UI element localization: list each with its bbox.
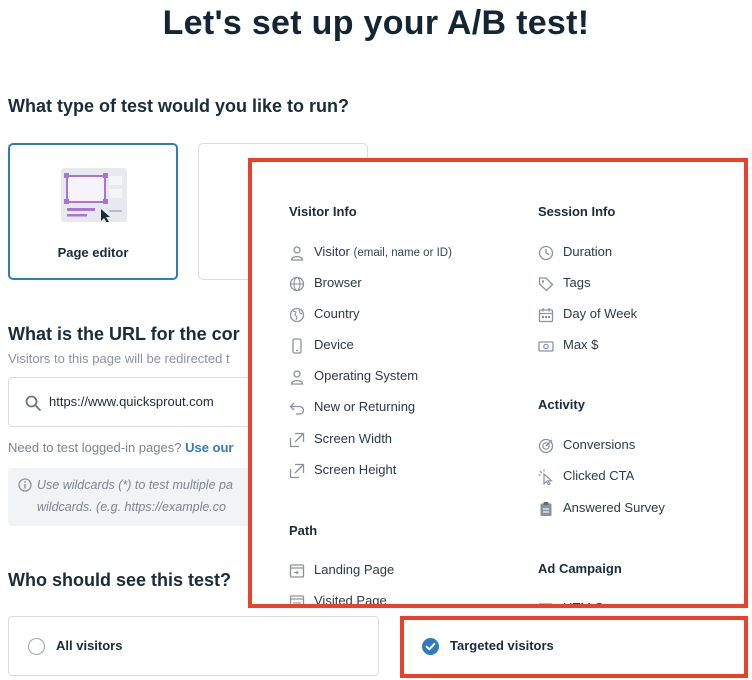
page-icon — [289, 595, 305, 604]
targeted-visitors-highlight — [400, 616, 748, 678]
menu-item-clicked-cta-label: Clicked CTA — [563, 468, 635, 483]
ad-campaign-title: Ad Campaign — [538, 561, 622, 576]
search-icon — [24, 394, 42, 412]
page-editor-illustration-icon — [61, 168, 127, 223]
url-input[interactable]: https://www.quicksprout.com — [8, 377, 268, 427]
wildcard-info-box: Use wildcards (*) to test multiple pa wi… — [8, 468, 258, 526]
menu-item-visitor-detail: (email, name or ID) — [353, 247, 452, 259]
url-heading: What is the URL for the cor — [8, 324, 240, 344]
person-icon — [290, 370, 304, 385]
menu-item-duration-label: Duration — [563, 244, 613, 259]
calendar-icon — [538, 308, 554, 323]
session-info-title: Session Info — [538, 204, 616, 219]
info-line-2: wildcards. (e.g. https://example.co — [37, 500, 226, 514]
person-icon — [290, 246, 304, 261]
money-icon — [538, 341, 554, 352]
info-icon — [18, 478, 32, 492]
phone-icon — [292, 338, 302, 354]
clock-icon — [538, 245, 554, 261]
page-title: Let's set up your A/B test! — [162, 4, 590, 42]
clipboard-icon — [540, 502, 552, 516]
menu-item-landing-page-label: Landing Page — [314, 562, 395, 577]
menu-item-country-label: Country — [314, 306, 360, 321]
menu-item-browser-label: Browser — [314, 275, 362, 290]
info-line-1: Use wildcards (*) to test multiple pa — [37, 478, 233, 492]
menu-item-utm-source-label: UTM Source — [563, 600, 636, 608]
globe-icon — [289, 276, 305, 292]
test-type-heading: What type of test would you like to run? — [8, 96, 349, 116]
flag-icon — [539, 603, 553, 604]
menu-item-device-label: Device — [314, 337, 354, 352]
path-title: Path — [289, 523, 318, 538]
visitor-info-title: Visitor Info — [289, 204, 357, 219]
menu-item-operating-system-label: Operating System — [314, 368, 419, 383]
menu-item-visitor-label: Visitor — [314, 244, 350, 259]
activity-title: Activity — [538, 397, 585, 412]
logged-in-link[interactable]: Use our — [185, 440, 233, 455]
expand-icon — [289, 463, 305, 479]
page-in-icon — [289, 564, 305, 578]
menu-item-max-dollar-label: Max $ — [563, 337, 599, 352]
url-subtext: Visitors to this page will be redirected… — [8, 351, 230, 366]
logged-in-note: Need to test logged-in pages? Use our — [8, 440, 234, 455]
expand-icon — [289, 432, 305, 448]
menu-item-screen-height-label: Screen Height — [314, 462, 397, 477]
menu-item-tags-label: Tags — [563, 275, 591, 290]
menu-item-day-of-week-label: Day of Week — [563, 306, 638, 321]
menu-item-visited-page-label: Visited Page — [314, 593, 387, 608]
audience-heading: Who should see this test? — [8, 570, 232, 590]
return-arrow-icon — [289, 402, 305, 415]
page-editor-card[interactable]: Page editor — [8, 143, 178, 280]
menu-item-conversions-label: Conversions — [563, 437, 636, 452]
all-visitors-radio[interactable] — [28, 638, 45, 655]
tag-icon — [538, 277, 554, 292]
target-icon — [538, 438, 554, 454]
earth-icon — [289, 307, 305, 323]
menu-item-screen-width-label: Screen Width — [314, 431, 393, 446]
url-value: https://www.quicksprout.com — [49, 394, 214, 409]
menu-item-new-or-returning-label: New or Returning — [314, 399, 416, 414]
logged-in-note-text: Need to test logged-in pages? — [8, 440, 182, 455]
pointer-click-icon — [538, 469, 554, 485]
all-visitors-label: All visitors — [56, 638, 123, 653]
menu-item-answered-survey-label: Answered Survey — [563, 500, 665, 515]
page-editor-label: Page editor — [57, 245, 129, 260]
targeting-menu: Visitor Info Visitor (email, name or ID)… — [248, 158, 748, 608]
all-visitors-option[interactable]: All visitors — [8, 616, 379, 676]
